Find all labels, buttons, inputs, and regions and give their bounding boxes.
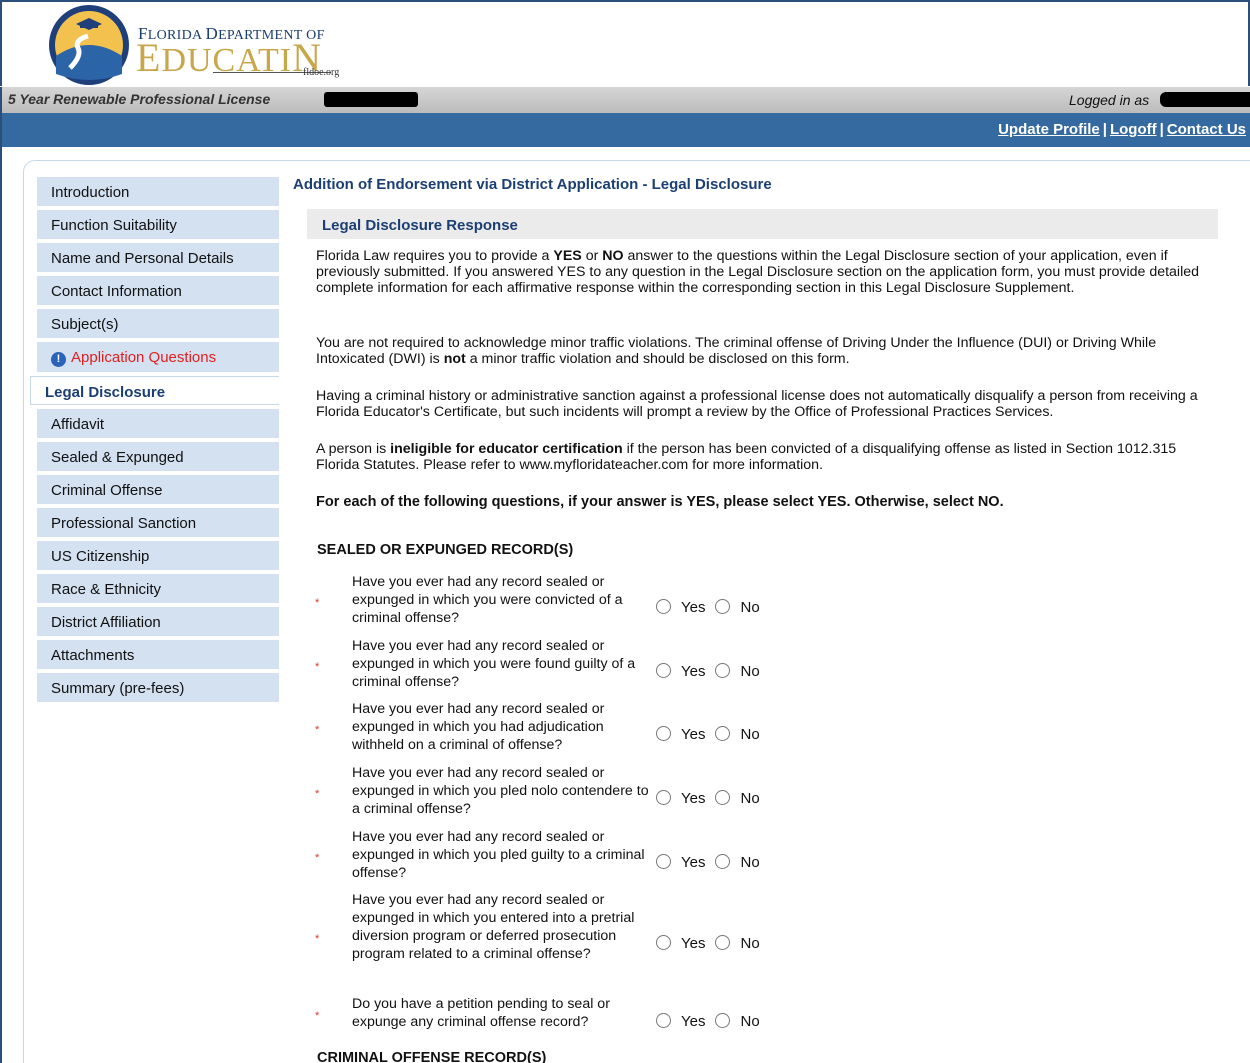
no-radio[interactable] (715, 935, 731, 950)
logo-education-text: EDUCATIN (136, 35, 322, 80)
yes-no-options: Yes No (656, 1013, 760, 1030)
yes-label[interactable]: Yes (681, 599, 705, 616)
sealed-section-title: SEALED OR EXPUNGED RECORD(S) (317, 542, 574, 558)
sidebar-item-application-questions[interactable]: ! Application Questions (37, 342, 279, 372)
required-marker: * (315, 1010, 320, 1022)
intro-paragraph: Florida Law requires you to provide a YE… (316, 248, 1200, 296)
yes-label[interactable]: Yes (681, 1013, 705, 1030)
sidebar-item-us-citizenship[interactable]: US Citizenship (37, 541, 279, 570)
sidebar-item-function-suitability[interactable]: Function Suitability (37, 210, 279, 239)
sidebar-item-introduction[interactable]: Introduction (37, 177, 279, 206)
yes-no-options: Yes No (656, 726, 760, 743)
no-label[interactable]: No (740, 726, 759, 743)
sidebar-item-label: Application Questions (71, 349, 217, 366)
fldoe-seal-icon (49, 5, 129, 85)
criminal-section-title: CRIMINAL OFFENSE RECORD(S) (317, 1050, 547, 1063)
sidebar-item-summary[interactable]: Summary (pre-fees) (37, 673, 279, 702)
fldoe-logo[interactable]: FLORIDA DEPARTMENT OF EDUCATIN fldoe.org (48, 4, 348, 86)
required-marker: * (315, 852, 320, 864)
no-radio[interactable] (715, 663, 731, 678)
yes-no-options: Yes No (656, 854, 760, 871)
sidebar-item-criminal-offense[interactable]: Criminal Offense (37, 475, 279, 504)
logged-in-label: Logged in as (1069, 92, 1150, 108)
ineligible-paragraph: A person is ineligible for educator cert… (316, 441, 1177, 473)
yes-label[interactable]: Yes (681, 726, 705, 743)
question-text: Have you ever had any record sealed or e… (352, 829, 645, 881)
no-label[interactable]: No (740, 599, 759, 616)
yes-radio[interactable] (656, 790, 671, 805)
yes-no-options: Yes No (656, 663, 760, 680)
required-marker: * (315, 724, 320, 736)
info-icon: ! (51, 352, 66, 367)
yes-radio[interactable] (656, 854, 671, 869)
update-profile-link[interactable]: Update Profile (998, 121, 1100, 138)
yes-label[interactable]: Yes (681, 935, 705, 952)
no-label[interactable]: No (740, 790, 759, 807)
required-marker: * (315, 788, 320, 800)
yes-radio[interactable] (656, 726, 671, 741)
license-title: 5 Year Renewable Professional License (8, 91, 271, 107)
question-text: Have you ever had any record sealed or e… (352, 574, 623, 626)
yes-radio[interactable] (656, 599, 671, 614)
history-paragraph: Having a criminal history or administrat… (316, 388, 1198, 420)
section-header: Legal Disclosure Response (307, 209, 1218, 239)
no-label[interactable]: No (740, 1013, 759, 1030)
required-marker: * (315, 597, 320, 609)
sidebar-item-attachments[interactable]: Attachments (37, 640, 279, 669)
no-radio[interactable] (715, 854, 731, 869)
yes-radio[interactable] (656, 1013, 671, 1028)
traffic-paragraph: You are not required to acknowledge mino… (316, 335, 1157, 367)
link-separator: | (1102, 121, 1107, 138)
sidebar-item-subjects[interactable]: Subject(s) (37, 309, 279, 338)
sidebar-item-affidavit[interactable]: Affidavit (37, 409, 279, 438)
account-links: Update Profile | Logoff | Contact Us (998, 121, 1246, 138)
sidebar-item-contact-information[interactable]: Contact Information (37, 276, 279, 305)
no-label[interactable]: No (740, 663, 759, 680)
no-label[interactable]: No (740, 854, 759, 871)
yes-label[interactable]: Yes (681, 790, 705, 807)
yes-no-options: Yes No (656, 599, 760, 616)
yes-label[interactable]: Yes (681, 663, 705, 680)
no-radio[interactable] (715, 1013, 731, 1028)
logo-url: fldoe.org (303, 67, 340, 78)
yes-label[interactable]: Yes (681, 854, 705, 871)
sidebar-item-legal-disclosure[interactable]: Legal Disclosure (30, 376, 279, 405)
question-text: Do you have a petition pending to seal o… (352, 996, 610, 1030)
required-marker: * (315, 661, 320, 673)
question-text: Have you ever had any record sealed or e… (352, 638, 636, 690)
page-title: Addition of Endorsement via District App… (293, 176, 772, 193)
link-separator: | (1159, 121, 1164, 138)
contact-us-link[interactable]: Contact Us (1167, 121, 1246, 138)
sidebar-item-district-affiliation[interactable]: District Affiliation (37, 607, 279, 636)
yes-radio[interactable] (656, 935, 671, 950)
sidebar-item-sealed-expunged[interactable]: Sealed & Expunged (37, 442, 279, 471)
instruction-text: For each of the following questions, if … (316, 494, 1004, 510)
question-text: Have you ever had any record sealed or e… (352, 765, 649, 817)
sidebar-item-professional-sanction[interactable]: Professional Sanction (37, 508, 279, 537)
no-radio[interactable] (715, 726, 731, 741)
sidebar-item-race-ethnicity[interactable]: Race & Ethnicity (37, 574, 279, 603)
sidebar-item-name-personal-details[interactable]: Name and Personal Details (37, 243, 279, 272)
no-label[interactable]: No (740, 935, 759, 952)
required-marker: * (315, 933, 320, 945)
page-left-border (0, 147, 2, 1063)
no-radio[interactable] (715, 599, 731, 614)
license-bar: 5 Year Renewable Professional License Lo… (0, 87, 1250, 113)
no-radio[interactable] (715, 790, 731, 805)
sidebar-nav: Introduction Function Suitability Name a… (30, 177, 279, 706)
logoff-link[interactable]: Logoff (1110, 121, 1157, 138)
site-header: FLORIDA DEPARTMENT OF EDUCATIN fldoe.org (0, 0, 1250, 86)
question-text: Have you ever had any record sealed or e… (352, 701, 605, 753)
redacted-username (1160, 92, 1250, 107)
redacted-block (324, 92, 418, 107)
yes-radio[interactable] (656, 663, 671, 678)
top-nav-bar: Update Profile | Logoff | Contact Us (0, 113, 1250, 147)
yes-no-options: Yes No (656, 790, 760, 807)
yes-no-options: Yes No (656, 935, 760, 952)
question-text: Have you ever had any record sealed or e… (352, 892, 635, 962)
